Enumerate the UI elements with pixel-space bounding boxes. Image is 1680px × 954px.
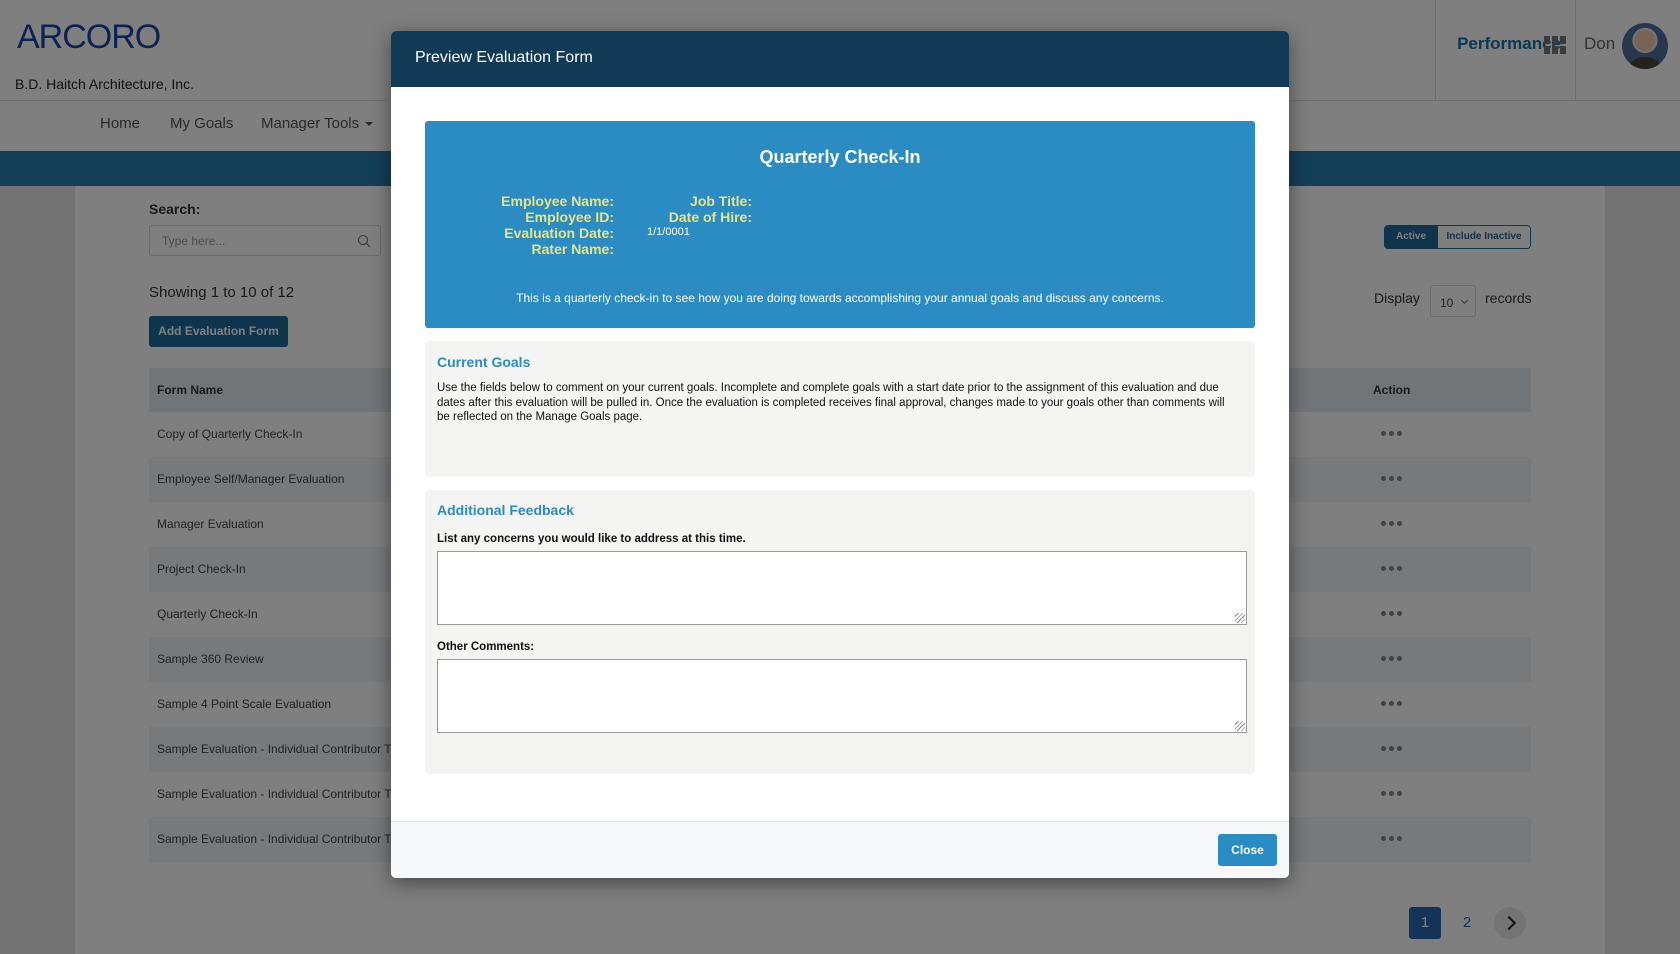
close-button[interactable]: Close (1218, 834, 1277, 866)
additional-feedback-title: Additional Feedback (437, 502, 574, 518)
evaluation-date-label: Evaluation Date: (504, 225, 614, 241)
preview-evaluation-modal: Preview Evaluation Form Quarterly Check-… (391, 31, 1289, 878)
modal-header: Preview Evaluation Form (391, 31, 1289, 87)
concerns-textarea[interactable] (437, 551, 1247, 625)
current-goals-section: Current Goals Use the fields below to co… (425, 341, 1255, 477)
current-goals-title: Current Goals (437, 354, 531, 370)
modal-title: Preview Evaluation Form (415, 49, 593, 66)
job-title-label: Job Title: (690, 193, 752, 209)
employee-name-label: Employee Name: (501, 193, 614, 209)
resize-handle-icon[interactable] (1235, 721, 1245, 731)
form-header-card: Quarterly Check-In Employee Name: Employ… (425, 121, 1255, 328)
concerns-label: List any concerns you would like to addr… (437, 533, 746, 545)
other-comments-textarea[interactable] (437, 659, 1247, 733)
other-comments-label: Other Comments: (437, 641, 535, 653)
additional-feedback-section: Additional Feedback List any concerns yo… (425, 490, 1255, 774)
evaluation-date-value: 1/1/0001 (647, 226, 690, 238)
modal-footer: Close (391, 821, 1289, 878)
form-title: Quarterly Check-In (759, 147, 921, 167)
employee-id-label: Employee ID: (525, 209, 614, 225)
rater-name-label: Rater Name: (531, 241, 614, 257)
resize-handle-icon[interactable] (1235, 613, 1245, 623)
current-goals-text: Use the fields below to comment on your … (437, 382, 1225, 423)
form-description: This is a quarterly check-in to see how … (516, 291, 1164, 305)
date-of-hire-label: Date of Hire: (668, 209, 752, 225)
